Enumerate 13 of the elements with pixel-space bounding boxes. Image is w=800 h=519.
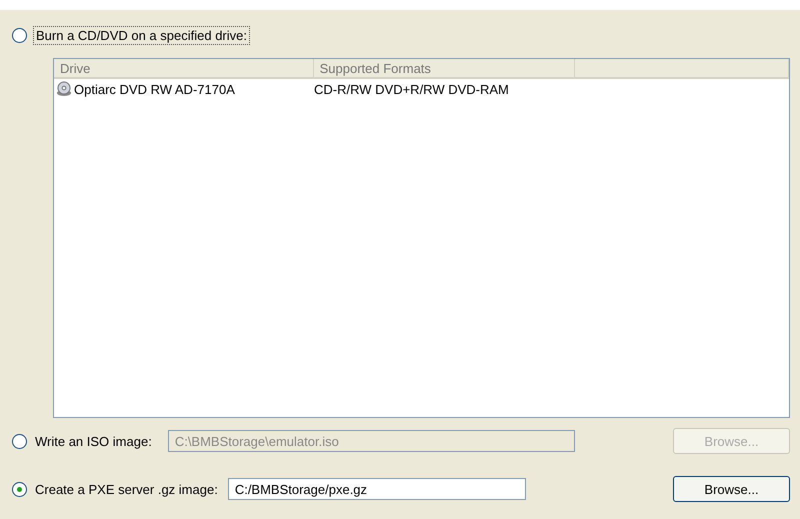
option-label: Create a PXE server .gz image: [35, 482, 218, 496]
path-field[interactable]: C:/BMBStorage/pxe.gz [228, 478, 526, 500]
option-label: Burn a CD/DVD on a specified drive: [33, 26, 250, 44]
column-header[interactable]: Drive [54, 59, 314, 77]
column-header[interactable]: Supported Formats [314, 59, 576, 77]
radio-button[interactable] [12, 482, 27, 496]
browse-button[interactable]: Browse... [673, 476, 790, 502]
table-cell[interactable]: Optiarc DVD RW AD-7170A [54, 81, 314, 97]
radio-button[interactable] [12, 28, 27, 42]
table-cell-text: CD-R/RW DVD+R/RW DVD-RAM [314, 82, 510, 96]
drive-name: Optiarc DVD RW AD-7170A [74, 82, 235, 96]
disc-drive-icon [56, 81, 72, 97]
option-label: Write an ISO image: [35, 434, 152, 448]
